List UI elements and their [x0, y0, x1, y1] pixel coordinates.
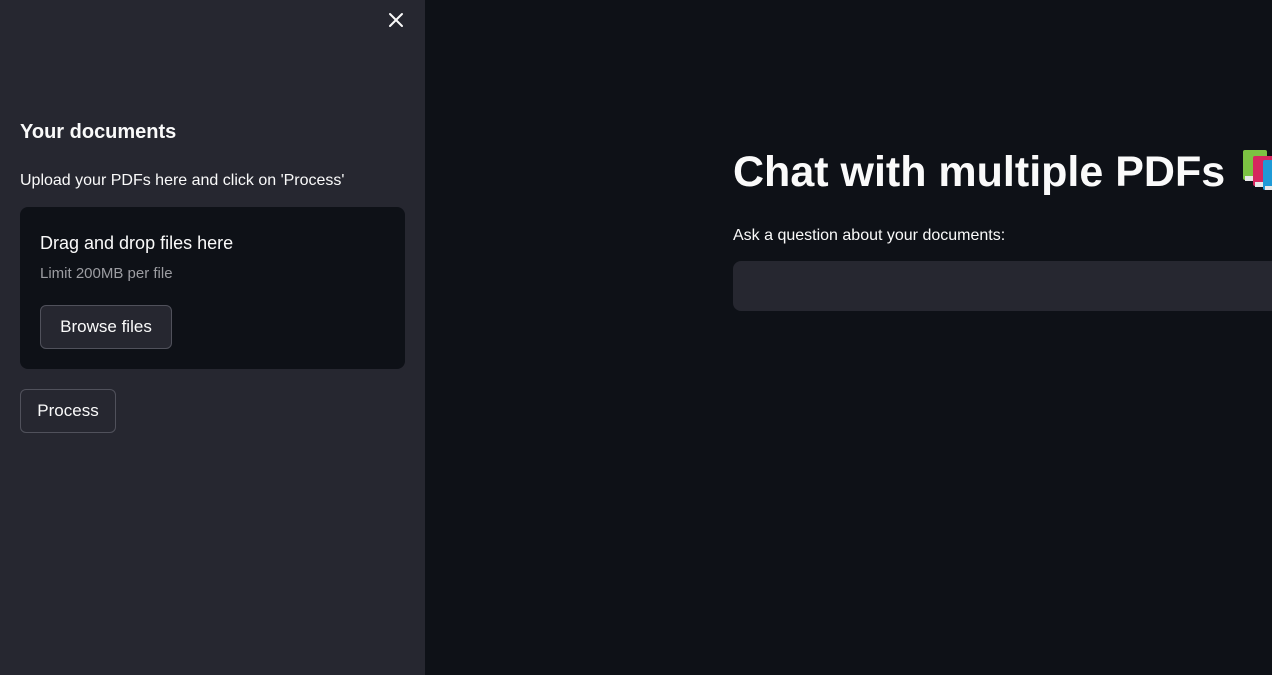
page-title: Chat with multiple PDFs	[733, 148, 1226, 196]
sidebar: Your documents Upload your PDFs here and…	[0, 0, 425, 675]
books-icon	[1241, 148, 1272, 197]
close-icon	[389, 13, 403, 27]
file-dropzone[interactable]: Drag and drop files here Limit 200MB per…	[20, 207, 405, 369]
title-row: Chat with multiple PDFs	[733, 148, 1272, 197]
main-content: Chat with multiple PDFs Ask a question a…	[425, 0, 1272, 675]
dropzone-limit: Limit 200MB per file	[40, 265, 173, 282]
close-sidebar-button[interactable]	[383, 7, 409, 33]
sidebar-header: Your documents	[20, 121, 177, 143]
browse-files-button[interactable]: Browse files	[40, 305, 172, 349]
question-label: Ask a question about your documents:	[733, 227, 1006, 244]
upload-label: Upload your PDFs here and click on 'Proc…	[20, 172, 345, 189]
dropzone-title: Drag and drop files here	[40, 233, 234, 253]
app-window: Your documents Upload your PDFs here and…	[0, 0, 1272, 675]
process-button[interactable]: Process	[20, 389, 116, 433]
question-input[interactable]	[733, 261, 1272, 311]
